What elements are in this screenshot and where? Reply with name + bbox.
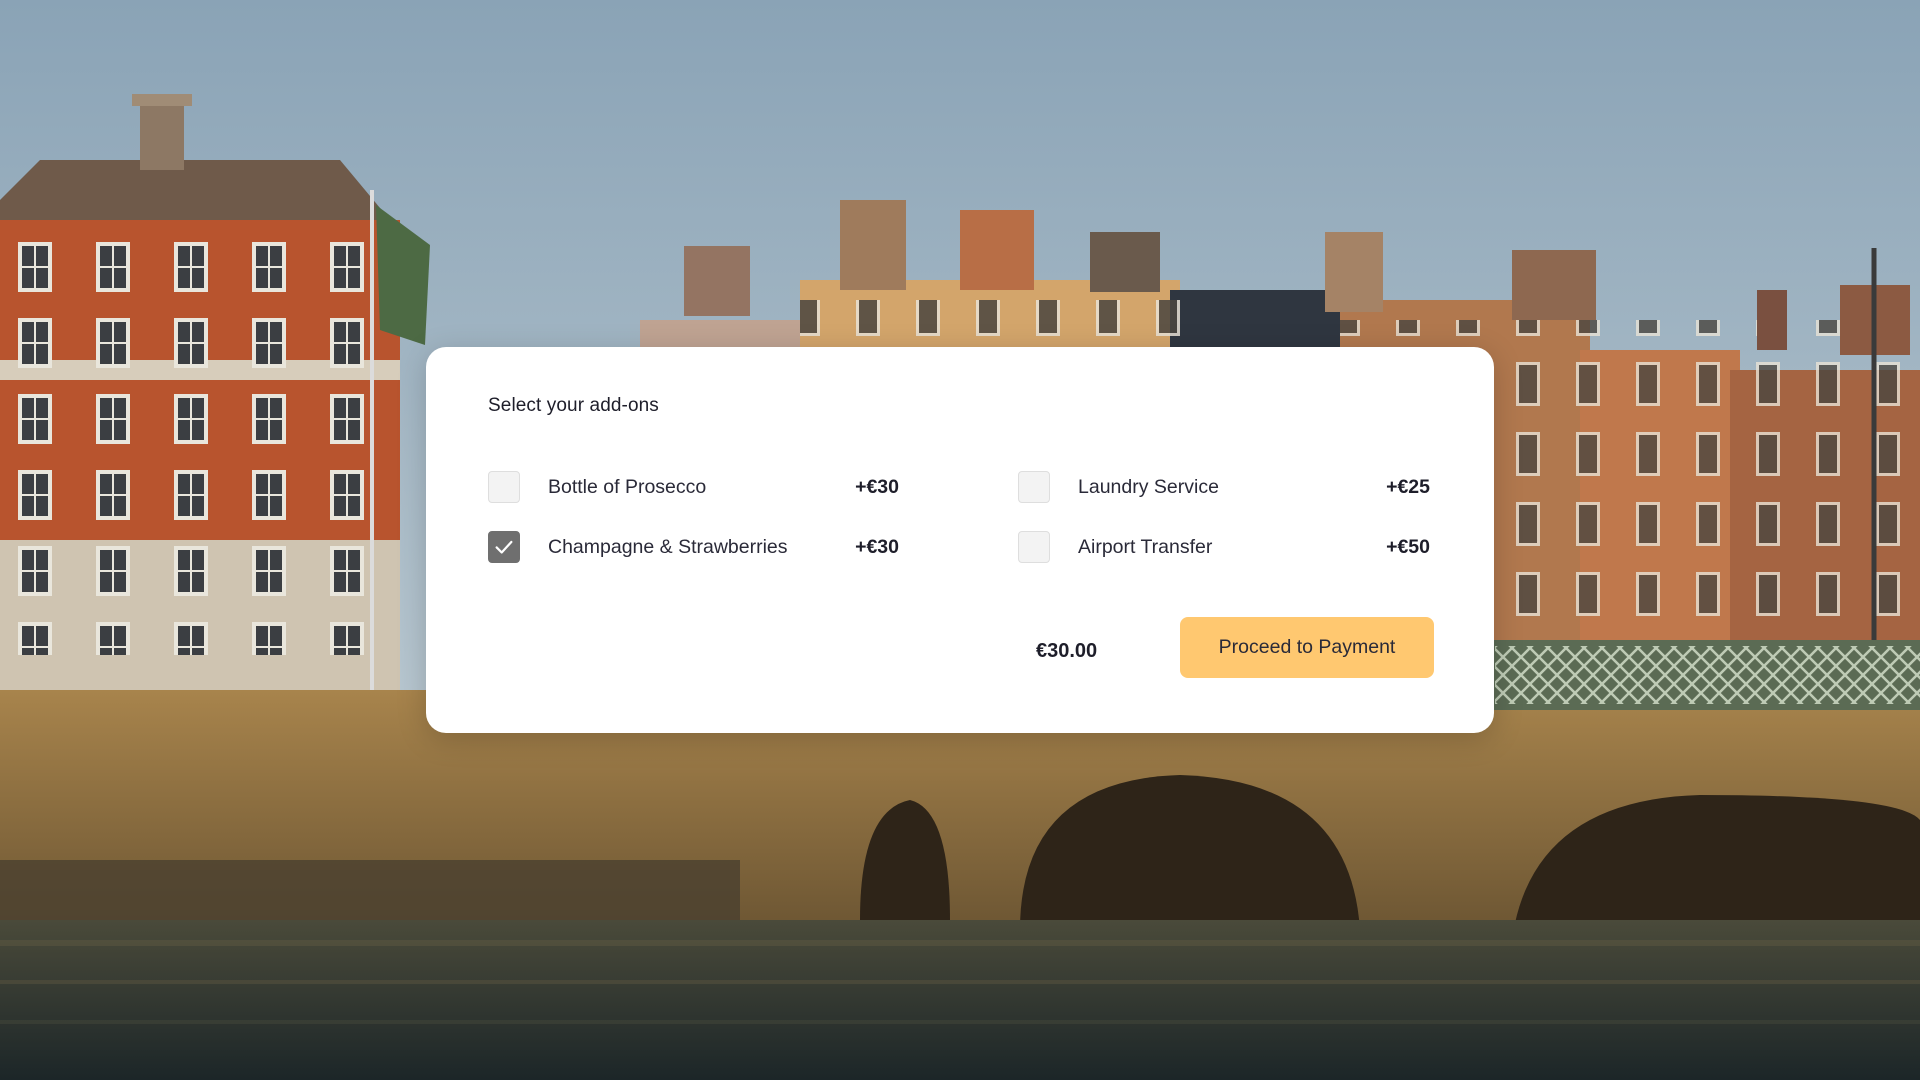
- page-background: Select your add-ons Bottle of Prosecco +…: [0, 0, 1920, 1080]
- addon-checkbox-laundry[interactable]: [1018, 471, 1050, 503]
- proceed-to-payment-button[interactable]: Proceed to Payment: [1180, 617, 1434, 678]
- addon-label: Laundry Service: [1078, 475, 1219, 498]
- addon-option-champagne[interactable]: Champagne & Strawberries +€30: [488, 530, 899, 564]
- addon-checkbox-champagne[interactable]: [488, 531, 520, 563]
- addon-label: Airport Transfer: [1078, 535, 1213, 558]
- addon-label: Bottle of Prosecco: [548, 475, 707, 498]
- addon-price: +€30: [855, 475, 899, 498]
- addon-option-prosecco[interactable]: Bottle of Prosecco +€30: [488, 470, 899, 504]
- addon-label: Champagne & Strawberries: [548, 535, 788, 558]
- addon-price: +€25: [1386, 475, 1430, 498]
- addon-option-laundry[interactable]: Laundry Service +€25: [1018, 470, 1430, 504]
- check-icon: [495, 540, 513, 554]
- addon-price: +€50: [1386, 535, 1430, 558]
- addon-checkbox-prosecco[interactable]: [488, 471, 520, 503]
- addons-title: Select your add-ons: [488, 395, 659, 416]
- addon-price: +€30: [855, 535, 899, 558]
- total-amount: €30.00: [1036, 640, 1098, 662]
- addons-dialog: Select your add-ons Bottle of Prosecco +…: [426, 347, 1494, 733]
- addon-checkbox-airport-transfer[interactable]: [1018, 531, 1050, 563]
- addon-option-airport-transfer[interactable]: Airport Transfer +€50: [1018, 530, 1430, 564]
